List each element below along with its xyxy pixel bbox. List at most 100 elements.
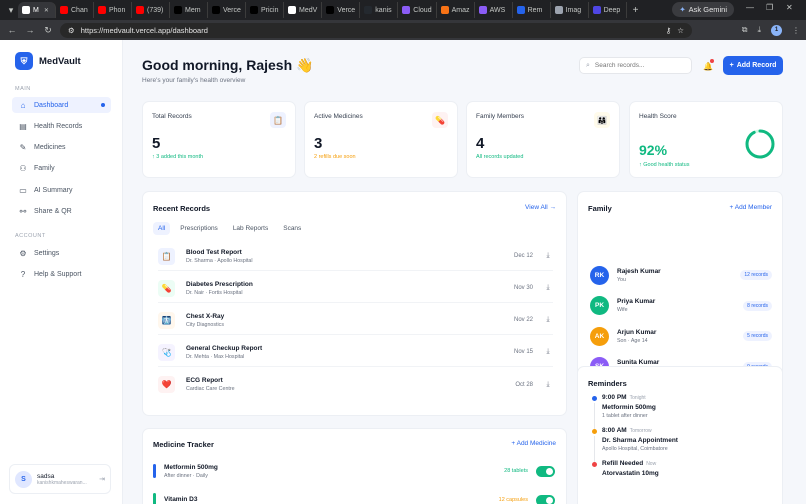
tab-favicon-icon — [60, 6, 68, 14]
chrome-menu-icon[interactable]: ⋮ — [792, 26, 800, 35]
tab-favicon-icon — [174, 6, 182, 14]
browser-tab[interactable]: Pricin — [246, 2, 284, 18]
member-relation: You — [617, 276, 626, 283]
list-item[interactable]: Vitamin D3 12 capsules — [153, 488, 555, 504]
close-tab-icon[interactable]: ✕ — [44, 7, 49, 14]
table-row[interactable]: 📋 Blood Test Report Dr. Sharma · Apollo Ho… — [158, 242, 553, 271]
extensions-icon[interactable]: ⧉ — [742, 25, 748, 35]
tab-favicon-icon — [212, 6, 220, 14]
reminder-item[interactable]: Refill Needed Now Atorvastatin 10mg — [592, 460, 772, 479]
add-medicine-link[interactable]: + Add Medicine — [511, 440, 556, 447]
sidebar-item-family[interactable]: ⚇ Family — [12, 160, 111, 176]
browser-tab[interactable]: kanis — [360, 2, 399, 18]
browser-tab[interactable]: M ✕ — [18, 2, 56, 18]
logout-icon[interactable]: ⇥ — [99, 475, 105, 483]
minimize-icon[interactable]: — — [746, 3, 754, 12]
home-icon: ⌂ — [20, 100, 26, 110]
reminder-time: Refill Needed — [602, 460, 644, 467]
browser-tab-bar: ▾ M ✕ Chan Phon (739) Mem Verce Pricin MedV Verce… — [0, 0, 806, 20]
url-bar[interactable]: ⚙ https://medvault.vercel.app/dashboard … — [60, 22, 692, 38]
browser-tab[interactable]: Mem — [170, 2, 208, 18]
browser-tab[interactable]: Cloud — [398, 2, 437, 18]
maximize-icon[interactable]: ❐ — [766, 3, 773, 12]
sidebar-item-health-records[interactable]: ▤ Health Records — [12, 118, 111, 134]
reload-icon[interactable]: ↻ — [42, 25, 54, 36]
list-item[interactable]: RK Rajesh Kumar You 12 records — [590, 264, 772, 286]
search-box[interactable]: ⌕ — [579, 57, 692, 74]
sidebar-item-dashboard[interactable]: ⌂ Dashboard — [12, 97, 111, 113]
browser-tab[interactable]: Verce — [322, 2, 361, 18]
page-subtitle: Here's your family's health overview — [142, 77, 246, 84]
list-item[interactable]: PK Priya Kumar Wife 8 records — [590, 295, 772, 317]
ask-gemini-button[interactable]: ✦ Ask Gemini — [672, 2, 734, 17]
browser-tab[interactable]: Rem — [513, 2, 551, 18]
records-filter-tabs: All Prescriptions Lab Reports Scans — [153, 222, 306, 235]
browser-tab[interactable]: Deep — [589, 2, 627, 18]
medicine-active-toggle[interactable] — [536, 494, 555, 504]
download-icon[interactable]: ⤓ — [543, 316, 553, 324]
download-icon[interactable]: ⤓ — [543, 348, 553, 356]
tab-favicon-icon — [402, 6, 411, 14]
new-tab-button[interactable]: + — [627, 5, 645, 16]
search-input[interactable] — [594, 62, 685, 69]
medicine-name: Vitamin D3 — [164, 495, 198, 503]
site-info-icon[interactable]: ⚙ — [68, 26, 75, 35]
browser-tab[interactable]: Verce — [208, 2, 246, 18]
download-icon[interactable]: ⤓ — [543, 284, 553, 292]
sidebar-item-ai-summary[interactable]: ▭ AI Summary — [12, 182, 111, 198]
reminder-dot — [592, 462, 597, 467]
browser-tab[interactable]: Imag — [551, 2, 589, 18]
sidebar-item-settings[interactable]: ⚙ Settings — [12, 245, 111, 261]
close-window-icon[interactable]: ✕ — [786, 3, 793, 12]
tab-all[interactable]: All — [153, 222, 171, 235]
tab-label: Imag — [565, 6, 582, 14]
tab-label: Amaz — [451, 6, 470, 14]
notification-badge-dot — [710, 59, 714, 63]
list-item[interactable]: Metformin 500mg After dinner · Daily 28 ta… — [153, 459, 555, 483]
plus-icon: + — [729, 62, 734, 69]
download-icon[interactable]: ⤓ — [543, 252, 553, 260]
medicine-tracker-card: Medicine Tracker + Add Medicine Metformi… — [142, 428, 567, 504]
bookmark-star-icon[interactable]: ☆ — [677, 26, 684, 35]
table-row[interactable]: ❤️ ECG Report Cardiac Care Centre Oct 28 ⤓ — [158, 370, 553, 399]
family-icon: 👨‍👩‍👧 — [594, 112, 610, 128]
forward-icon[interactable]: → — [24, 25, 36, 35]
medicine-color-bar — [153, 493, 156, 504]
browser-tab[interactable]: AWS — [475, 2, 513, 18]
tab-prescriptions[interactable]: Prescriptions — [175, 222, 223, 235]
download-icon[interactable]: ⤓ — [757, 25, 761, 35]
download-icon[interactable]: ⤓ — [543, 381, 553, 389]
tab-favicon-icon — [98, 6, 106, 14]
profile-avatar[interactable]: 1 — [771, 24, 782, 36]
brand[interactable]: ⛨ MedVault — [15, 52, 81, 70]
add-member-link[interactable]: + Add Member — [730, 204, 772, 211]
table-row[interactable]: 🩻 Chest X-Ray City Diagnostics Nov 22 ⤓ — [158, 306, 553, 335]
tab-label: Rem — [527, 6, 543, 14]
reminder-item[interactable]: 8:00 AM Tomorrow Dr. Sharma Appointment Apo… — [592, 427, 772, 464]
tab-scans[interactable]: Scans — [278, 222, 306, 235]
list-item[interactable]: AK Arjun Kumar Son · Age 14 5 records — [590, 325, 772, 347]
browser-tab[interactable]: Phon — [94, 2, 132, 18]
tab-search-icon[interactable]: ▾ — [4, 5, 18, 16]
back-icon[interactable]: ← — [6, 25, 18, 35]
sidebar-item-share-qr[interactable]: ⚯ Share & QR — [12, 203, 111, 219]
browser-tab[interactable]: Amaz — [437, 2, 475, 18]
user-profile-card[interactable]: S sadsa kanishkmaheswaran... ⇥ — [9, 464, 111, 494]
sidebar-item-help-support[interactable]: ? Help & Support — [12, 266, 111, 282]
table-row[interactable]: 💊 Diabetes Prescription Dr. Nair · Fortis … — [158, 274, 553, 303]
table-row[interactable]: 🩺 General Checkup Report Dr. Mehta · Max H… — [158, 338, 553, 367]
notifications-button[interactable]: 🔔 — [700, 58, 716, 74]
tab-lab-reports[interactable]: Lab Reports — [228, 222, 273, 235]
browser-tab[interactable]: (739) — [132, 2, 170, 18]
browser-tab[interactable]: MedV — [284, 2, 323, 18]
member-name: Priya Kumar — [617, 298, 656, 305]
browser-tab[interactable]: Chan — [56, 2, 94, 18]
medicine-stock: 12 capsules — [498, 497, 528, 503]
password-key-icon[interactable]: ⚷ — [666, 26, 672, 35]
reminder-time: 9:00 PM — [602, 394, 627, 401]
view-all-link[interactable]: View All → — [525, 204, 556, 211]
sidebar-item-medicines[interactable]: ✎ Medicines — [12, 139, 111, 155]
reminder-item[interactable]: 9:00 PM Tonight Metformin 500mg 1 tablet af… — [592, 394, 772, 431]
medicine-active-toggle[interactable] — [536, 465, 555, 477]
add-record-button[interactable]: + Add Record — [723, 56, 783, 75]
